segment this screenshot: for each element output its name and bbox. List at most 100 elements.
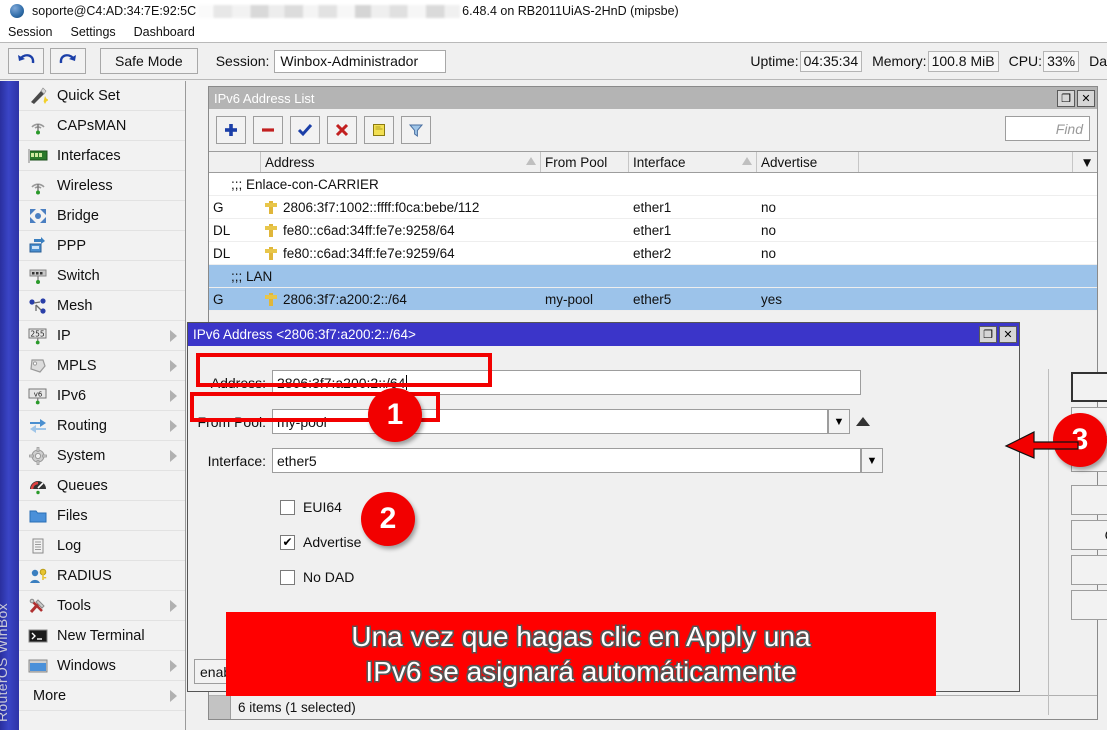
- sidebar-item-interfaces[interactable]: Interfaces: [19, 141, 185, 171]
- row-interface: ether5: [629, 292, 757, 307]
- terminal-icon: [25, 627, 51, 645]
- switch-icon: [25, 267, 51, 285]
- header-advertise[interactable]: Advertise: [757, 152, 859, 172]
- titlebar-redacted-region: [198, 5, 460, 18]
- enable-icon[interactable]: [290, 116, 320, 144]
- table-row[interactable]: DL fe80::c6ad:34ff:fe7e:9259/64 ether2 n…: [209, 242, 1097, 265]
- sidebar-item-switch[interactable]: Switch: [19, 261, 185, 291]
- sidebar-item-system[interactable]: System: [19, 441, 185, 471]
- filter-icon[interactable]: [401, 116, 431, 144]
- eui64-checkbox[interactable]: [280, 500, 295, 515]
- row-interface: ether1: [629, 223, 757, 238]
- close-icon[interactable]: ✕: [1077, 90, 1095, 107]
- chevron-right-icon: [170, 450, 177, 462]
- header-from-pool[interactable]: From Pool: [541, 152, 629, 172]
- dialog-title: IPv6 Address <2806:3f7:a200:2::/64>: [193, 327, 416, 342]
- sidebar-item-tools[interactable]: Tools: [19, 591, 185, 621]
- sidebar-item-quick-set[interactable]: Quick Set: [19, 81, 185, 111]
- row-comment: ;;; LAN: [209, 269, 272, 284]
- from-pool-field[interactable]: my-pool: [272, 409, 828, 434]
- interface-row: Interface: ether5 ▼: [194, 448, 883, 473]
- address-pin-icon: [265, 201, 277, 214]
- uptime-label: Uptime:: [750, 53, 798, 69]
- table-row[interactable]: DL fe80::c6ad:34ff:fe7e:9258/64 ether1 n…: [209, 219, 1097, 242]
- eui64-row[interactable]: EUI64: [280, 499, 342, 515]
- sidebar-item-label: Wireless: [57, 178, 113, 194]
- menu-dashboard[interactable]: Dashboard: [134, 25, 205, 39]
- maximize-icon[interactable]: ❐: [979, 326, 997, 343]
- add-icon[interactable]: [216, 116, 246, 144]
- remove-button[interactable]: Remove: [1071, 590, 1107, 620]
- sidebar-item-ppp[interactable]: PPP: [19, 231, 185, 261]
- advertise-checkbox[interactable]: ✔: [280, 535, 295, 550]
- sidebar-item-mesh[interactable]: Mesh: [19, 291, 185, 321]
- no-dad-checkbox[interactable]: [280, 570, 295, 585]
- session-label: Session:: [216, 53, 270, 69]
- header-interface[interactable]: Interface: [629, 152, 757, 172]
- session-input[interactable]: Winbox-Administrador: [274, 50, 446, 73]
- copy-button[interactable]: Copy: [1071, 555, 1107, 585]
- sidebar-item-new-terminal[interactable]: New Terminal: [19, 621, 185, 651]
- sidebar-item-label: Bridge: [57, 208, 99, 224]
- header-flags: [209, 152, 261, 172]
- interface-dropdown-icon[interactable]: ▼: [861, 448, 883, 473]
- sidebar-item-log[interactable]: Log: [19, 531, 185, 561]
- redo-icon[interactable]: [50, 48, 86, 74]
- find-input[interactable]: Find: [1005, 116, 1090, 141]
- sidebar-item-ipv6[interactable]: v6 IPv6: [19, 381, 185, 411]
- from-pool-up-icon[interactable]: [856, 417, 870, 426]
- sidebar-item-files[interactable]: Files: [19, 501, 185, 531]
- sidebar-item-label: Switch: [57, 268, 100, 284]
- row-flags: G: [209, 292, 261, 307]
- maximize-icon[interactable]: ❐: [1057, 90, 1075, 107]
- undo-icon[interactable]: [8, 48, 44, 74]
- ok-button[interactable]: OK: [1071, 372, 1107, 402]
- annotation-badge-1: 1: [368, 388, 422, 442]
- from-pool-dropdown-icon[interactable]: ▼: [828, 409, 850, 434]
- menu-session[interactable]: Session: [8, 25, 62, 39]
- sidebar-item-radius[interactable]: RADIUS: [19, 561, 185, 591]
- sidebar-item-more[interactable]: More: [19, 681, 185, 711]
- sidebar-item-label: Files: [57, 508, 88, 524]
- cpu-label: CPU:: [1009, 53, 1042, 69]
- chevron-right-icon: [170, 600, 177, 612]
- comment-button[interactable]: Comment: [1071, 520, 1107, 550]
- sidebar-item-label: Tools: [57, 598, 91, 614]
- remove-icon[interactable]: [253, 116, 283, 144]
- address-field[interactable]: 2806:3f7:a200:2::/64: [272, 370, 861, 395]
- gauge-icon: [25, 477, 51, 495]
- sidebar-item-label: IPv6: [57, 388, 86, 404]
- sidebar-item-bridge[interactable]: Bridge: [19, 201, 185, 231]
- sidebar-item-ip[interactable]: 255 IP: [19, 321, 185, 351]
- sidebar-item-label: Quick Set: [57, 88, 120, 104]
- row-interface: ether2: [629, 246, 757, 261]
- disable-icon[interactable]: [327, 116, 357, 144]
- no-dad-row[interactable]: No DAD: [280, 569, 354, 585]
- chevron-right-icon: [170, 390, 177, 402]
- from-pool-row: From Pool: my-pool ▼: [194, 409, 870, 434]
- header-address[interactable]: Address: [261, 152, 541, 172]
- interface-field[interactable]: ether5: [272, 448, 861, 473]
- sidebar-item-mpls[interactable]: MPLS: [19, 351, 185, 381]
- disable-button[interactable]: Disable: [1071, 485, 1107, 515]
- sidebar-item-capsman[interactable]: CAPsMAN: [19, 111, 185, 141]
- table-row[interactable]: G 2806:3f7:1002::ffff:f0ca:bebe/112 ethe…: [209, 196, 1097, 219]
- row-advertise: no: [757, 200, 859, 215]
- menu-settings[interactable]: Settings: [70, 25, 125, 39]
- table-row[interactable]: ;;; LAN: [209, 265, 1097, 288]
- sidebar-item-windows[interactable]: Windows: [19, 651, 185, 681]
- sidebar-item-wireless[interactable]: Wireless: [19, 171, 185, 201]
- table-row[interactable]: G 2806:3f7:a200:2::/64 my-pool ether5 ye…: [209, 288, 1097, 311]
- sidebar-item-routing[interactable]: Routing: [19, 411, 185, 441]
- sidebar-item-queues[interactable]: Queues: [19, 471, 185, 501]
- safe-mode-button[interactable]: Safe Mode: [100, 48, 198, 74]
- row-address: 2806:3f7:a200:2::/64: [261, 292, 541, 307]
- antenna-icon: [25, 117, 51, 135]
- table-row[interactable]: ;;; Enlace-con-CARRIER: [209, 173, 1097, 196]
- advertise-row[interactable]: ✔ Advertise: [280, 534, 361, 550]
- main-toolbar: Safe Mode Session: Winbox-Administrador …: [0, 42, 1107, 80]
- column-menu-icon[interactable]: ▼: [1073, 152, 1097, 172]
- close-icon[interactable]: ✕: [999, 326, 1017, 343]
- comment-icon[interactable]: [364, 116, 394, 144]
- routeros-winbox-label: RouterOS WinBox: [0, 603, 10, 722]
